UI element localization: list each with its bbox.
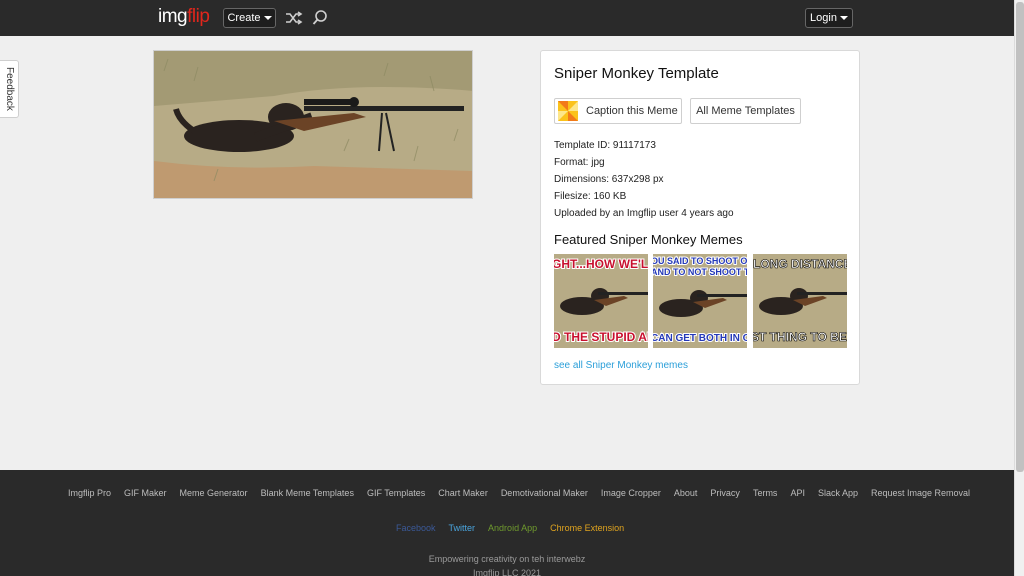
- featured-memes-heading: Featured Sniper Monkey Memes: [554, 232, 743, 247]
- footer-link[interactable]: Terms: [753, 488, 778, 498]
- thumb-top-text: OU SAID TO SHOOT O: [653, 256, 747, 266]
- caption-meme-button[interactable]: Caption this Meme: [554, 98, 682, 124]
- twitter-link[interactable]: Twitter: [449, 523, 476, 533]
- facebook-link[interactable]: Facebook: [396, 523, 436, 533]
- feedback-tab[interactable]: Feedback: [0, 60, 19, 118]
- shuffle-icon[interactable]: [285, 10, 303, 26]
- feedback-label: Feedback: [4, 67, 15, 111]
- logo-flip-text: flip: [187, 6, 210, 27]
- footer-link[interactable]: Chart Maker: [438, 488, 488, 498]
- footer-link[interactable]: Privacy: [710, 488, 740, 498]
- create-button[interactable]: Create: [223, 8, 276, 28]
- featured-meme-thumb[interactable]: LONG DISTANCE ST THING TO BEIN: [753, 254, 847, 348]
- footer-link[interactable]: Blank Meme Templates: [261, 488, 354, 498]
- create-label: Create: [227, 12, 261, 24]
- thumb-bottom-text: CAN GET BOTH IN ON: [653, 333, 747, 344]
- footer-link[interactable]: Imgflip Pro: [68, 488, 111, 498]
- pinwheel-icon: [558, 101, 578, 121]
- all-meme-templates-button[interactable]: All Meme Templates: [690, 98, 801, 124]
- page-title: Sniper Monkey Template: [554, 65, 719, 82]
- thumb-top-text: LONG DISTANCE: [753, 257, 847, 271]
- thumb-top-text: GHT...HOW WE'L: [554, 257, 648, 271]
- logo-img-text: img: [158, 6, 188, 27]
- footer-link[interactable]: Demotivational Maker: [501, 488, 588, 498]
- footer-link[interactable]: API: [790, 488, 805, 498]
- chevron-down-icon: [263, 16, 272, 20]
- uploaded-by-text: Uploaded by an Imgflip user 4 years ago: [554, 208, 734, 219]
- footer-link[interactable]: Slack App: [818, 488, 858, 498]
- imgflip-logo[interactable]: imgflip: [158, 6, 210, 28]
- template-info-panel: Sniper Monkey Template Caption this Meme…: [540, 50, 860, 385]
- footer-link[interactable]: Meme Generator: [180, 488, 248, 498]
- featured-meme-thumb[interactable]: OU SAID TO SHOOT O AND TO NOT SHOOT TH C…: [653, 254, 747, 348]
- scrollbar-thumb[interactable]: [1016, 2, 1024, 472]
- footer-link[interactable]: About: [674, 488, 698, 498]
- filesize-text: Filesize: 160 KB: [554, 191, 627, 202]
- caption-meme-label: Caption this Meme: [586, 105, 678, 117]
- thumb-bottom-text: ST THING TO BEIN: [753, 330, 847, 344]
- page-scrollbar[interactable]: [1014, 0, 1024, 576]
- footer-copyright: Imgflip LLC 2021: [472, 568, 542, 576]
- login-button[interactable]: Login: [805, 8, 853, 28]
- footer-link[interactable]: GIF Maker: [124, 488, 167, 498]
- footer-social-links: Facebook Twitter Android App Chrome Exte…: [396, 523, 624, 533]
- login-label: Login: [810, 12, 837, 24]
- format-text: Format: jpg: [554, 157, 605, 168]
- footer-link[interactable]: Image Cropper: [601, 488, 661, 498]
- sniper-monkey-picture: [154, 51, 472, 198]
- thumb-bottom-text: D THE STUPID AN: [554, 330, 648, 344]
- search-icon[interactable]: [312, 9, 328, 26]
- template-image: [153, 50, 473, 199]
- page-footer: Imgflip Pro GIF Maker Meme Generator Bla…: [0, 470, 1014, 576]
- thumb-top-text-2: AND TO NOT SHOOT TH: [653, 267, 747, 277]
- top-nav-bar: imgflip Create Login: [0, 0, 1014, 36]
- featured-meme-thumb[interactable]: GHT...HOW WE'L D THE STUPID AN: [554, 254, 648, 348]
- footer-tagline: Empowering creativity on teh interwebz: [428, 554, 586, 564]
- template-id-text: Template ID: 91117173: [554, 140, 656, 151]
- footer-link[interactable]: GIF Templates: [367, 488, 425, 498]
- footer-links: Imgflip Pro GIF Maker Meme Generator Bla…: [68, 488, 970, 498]
- all-templates-label: All Meme Templates: [696, 105, 795, 117]
- chevron-down-icon: [839, 16, 848, 20]
- footer-link[interactable]: Request Image Removal: [871, 488, 970, 498]
- dimensions-text: Dimensions: 637x298 px: [554, 174, 664, 185]
- chrome-extension-link[interactable]: Chrome Extension: [550, 523, 624, 533]
- android-app-link[interactable]: Android App: [488, 523, 537, 533]
- see-all-memes-link[interactable]: see all Sniper Monkey memes: [554, 360, 688, 371]
